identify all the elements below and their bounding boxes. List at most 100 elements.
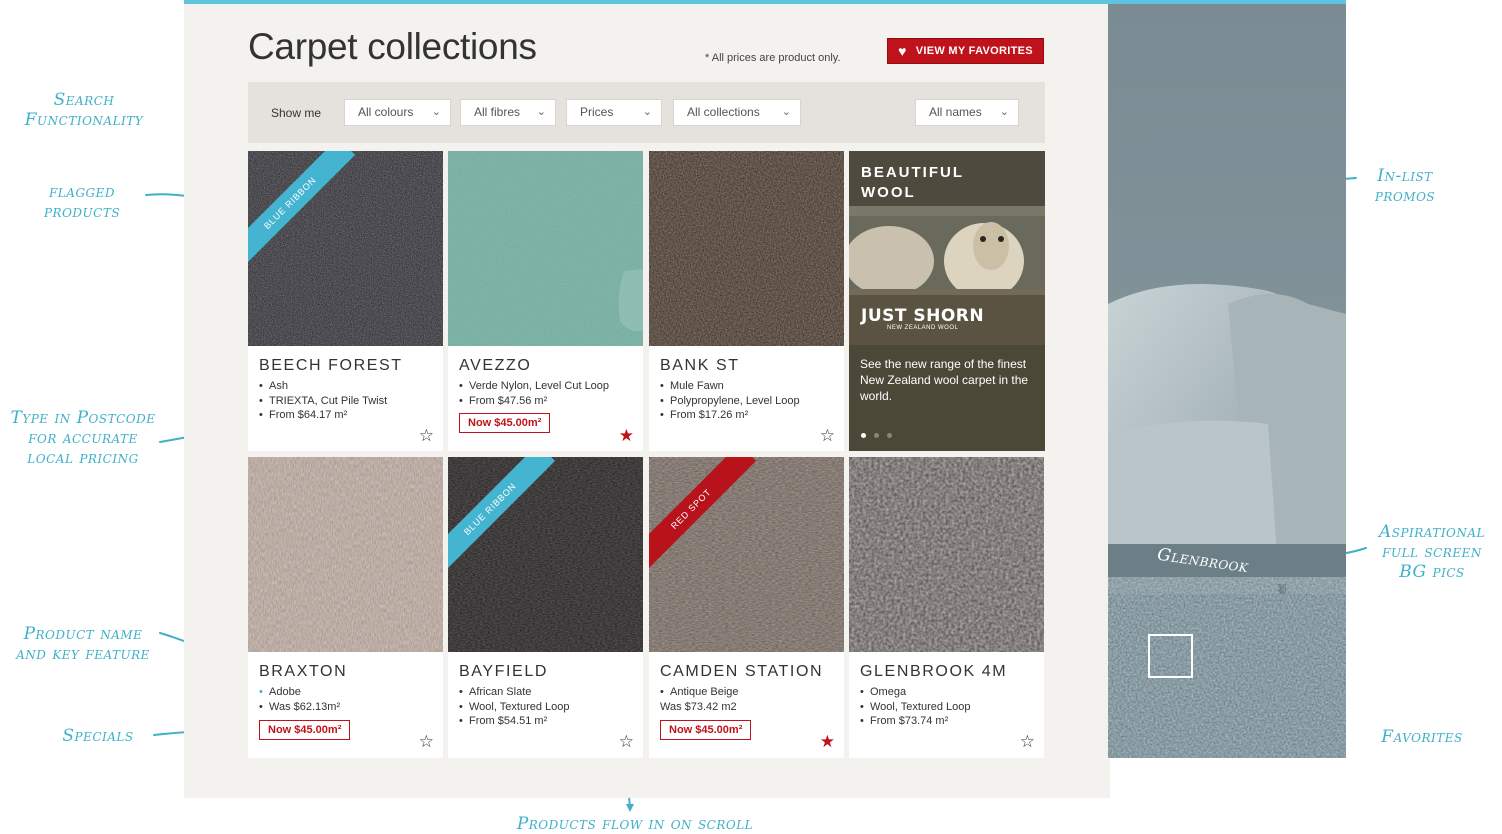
carpet-swatch-image[interactable] xyxy=(448,151,643,346)
annotation-search-line2: Functionality xyxy=(24,110,144,130)
feature-item: • Antique Beige xyxy=(660,686,739,698)
filter-collections-select[interactable]: All collections ⌄ xyxy=(673,99,801,126)
feature-item: • African Slate xyxy=(459,686,532,698)
product-name: BRAXTON xyxy=(259,663,348,680)
product-card[interactable]: RED SPOT CAMDEN STATION • Antique Beige W… xyxy=(649,457,844,758)
favorite-star-icon[interactable]: ☆ xyxy=(419,733,434,750)
annotation-flagged-line2: products xyxy=(43,202,121,222)
feature-item: • Adobe xyxy=(259,686,301,698)
heart-icon: ♥ xyxy=(898,43,907,59)
promo-brand-sub: NEW ZEALAND WOOL xyxy=(887,325,959,331)
feature-item: • Mule Fawn xyxy=(660,380,724,392)
sheep-promo-image: BEAUTIFUL WOOL JUST SHORN NEW ZEALAND WO… xyxy=(849,151,1045,345)
filter-names-select[interactable]: All names ⌄ xyxy=(915,99,1019,126)
favorite-toggle-box[interactable] xyxy=(1148,634,1193,678)
annotation-flagged-line1: flagged xyxy=(48,182,115,202)
feature-item: • Was $62.13m² xyxy=(259,701,341,713)
catalog-panel: Carpet collections * All prices are prod… xyxy=(184,0,1110,798)
chevron-down-icon: ⌄ xyxy=(431,106,441,118)
carpet-swatch-image[interactable]: RED SPOT xyxy=(649,457,844,652)
aspirational-background-image xyxy=(1108,0,1346,758)
annotation-flagged: flagged products xyxy=(22,182,142,222)
annotation-promos-line2: promos xyxy=(1374,186,1436,206)
product-name: AVEZZO xyxy=(459,357,532,374)
carpet-swatch-image[interactable] xyxy=(849,457,1044,652)
annotation-promos-line1: In-list xyxy=(1377,166,1433,186)
chevron-down-icon: ⌄ xyxy=(642,106,652,118)
annotation-scroll-text: Products flow in on scroll xyxy=(516,814,754,834)
promo-description: See the new range of the finest New Zeal… xyxy=(860,357,1029,403)
carousel-dot[interactable] xyxy=(887,433,892,438)
annotation-scroll: Products flow in on scroll xyxy=(470,814,800,834)
view-favorites-label: VIEW MY FAVORITES xyxy=(915,45,1033,57)
special-price-badge: Now $45.00m² xyxy=(259,720,351,740)
feature-item: Was $73.42 m2 xyxy=(660,701,737,713)
product-card[interactable]: AVEZZO • Verde Nylon, Level Cut Loop • Fro… xyxy=(448,151,643,451)
filter-label: Show me xyxy=(271,106,322,120)
favorite-star-icon[interactable]: ☆ xyxy=(820,427,835,444)
feature-item: • Polypropylene, Level Loop xyxy=(660,395,800,407)
filter-colours-select[interactable]: All colours ⌄ xyxy=(344,99,451,126)
annotation-aspirational-line3: BG pics xyxy=(1399,562,1465,582)
promo-brand-logo: JUST SHORN xyxy=(861,306,985,326)
carousel-dot[interactable] xyxy=(861,433,866,438)
annotation-aspirational-line2: full screen xyxy=(1382,542,1482,562)
carousel-dot[interactable] xyxy=(874,433,879,438)
promo-title-line2: WOOL xyxy=(861,184,916,201)
filter-collections-value: All collections xyxy=(687,105,760,119)
annotation-product-name-line1: Product name xyxy=(23,624,143,644)
carpet-swatch-image[interactable] xyxy=(248,457,443,652)
annotation-favorites: Favorites xyxy=(1362,727,1482,747)
chevron-down-icon: ⌄ xyxy=(536,106,546,118)
product-name: CAMDEN STATION xyxy=(660,663,824,680)
feature-item: • From $47.56 m² xyxy=(459,395,548,407)
favorite-star-icon[interactable]: ☆ xyxy=(619,733,634,750)
product-card[interactable]: BRAXTON • Adobe • Was $62.13m² Now $45.00m… xyxy=(248,457,443,758)
arrow-flagged xyxy=(145,193,187,197)
view-favorites-button[interactable]: ♥ VIEW MY FAVORITES xyxy=(887,38,1044,64)
filter-names-value: All names xyxy=(929,105,982,119)
page-title: Carpet collections xyxy=(248,26,537,67)
favorite-star-icon[interactable]: ☆ xyxy=(419,427,434,444)
carpet-swatch-image[interactable] xyxy=(649,151,844,346)
product-name: BAYFIELD xyxy=(459,663,548,680)
chevron-down-icon: ⌄ xyxy=(999,106,1009,118)
filter-fibres-select[interactable]: All fibres ⌄ xyxy=(460,99,556,126)
favorite-star-icon[interactable]: ★ xyxy=(820,733,835,750)
annotation-product-name: Product name and key feature xyxy=(0,624,166,664)
annotation-search-line1: Search xyxy=(53,90,115,110)
product-name: GLENBROOK 4M xyxy=(860,663,1008,680)
filter-bar: Show me All colours ⌄ All fibres ⌄ Price… xyxy=(248,82,1045,143)
annotation-postcode-line2: for accurate xyxy=(28,428,138,448)
annotation-postcode-line3: local pricing xyxy=(27,448,139,468)
promo-title-line1: BEAUTIFUL xyxy=(861,164,964,181)
product-card[interactable]: BLUE RIBBON BAYFIELD • African Slate • Woo… xyxy=(448,457,643,758)
product-card[interactable]: GLENBROOK 4M • Omega • Wool, Textured Loop… xyxy=(849,457,1044,758)
product-card[interactable]: BANK ST • Mule Fawn • Polypropylene, Level… xyxy=(649,151,844,451)
feature-item: • From $17.26 m² xyxy=(660,409,749,421)
carpet-swatch-image[interactable]: BLUE RIBBON xyxy=(448,457,643,652)
feature-item: • TRIEXTA, Cut Pile Twist xyxy=(259,395,388,407)
chevron-down-icon: ⌄ xyxy=(781,106,791,118)
feature-item: • Ash xyxy=(259,380,288,392)
annotation-postcode-line1: Type in Postcode xyxy=(10,408,156,428)
product-card[interactable]: BLUE RIBBON BEECH FOREST • Ash • TRIEXTA, … xyxy=(248,151,443,451)
annotation-product-name-line2: and key feature xyxy=(16,644,150,664)
feature-item: • From $73.74 m² xyxy=(860,715,949,727)
favorite-star-icon[interactable]: ☆ xyxy=(1020,733,1035,750)
feature-item: • From $64.17 m² xyxy=(259,409,348,421)
special-price-badge: Now $45.00m² xyxy=(459,413,551,433)
feature-item: • Verde Nylon, Level Cut Loop xyxy=(459,380,610,392)
price-note: * All prices are product only. xyxy=(705,52,841,64)
carpet-swatch-image[interactable]: BLUE RIBBON xyxy=(248,151,443,346)
filter-prices-select[interactable]: Prices ⌄ xyxy=(566,99,662,126)
special-price-badge: Now $45.00m² xyxy=(660,720,752,740)
filter-colours-value: All colours xyxy=(358,105,414,119)
filter-fibres-value: All fibres xyxy=(474,105,521,119)
favorite-star-icon[interactable]: ★ xyxy=(619,427,634,444)
annotation-search: Search Functionality xyxy=(14,90,154,130)
in-list-promo[interactable]: BEAUTIFUL WOOL JUST SHORN NEW ZEALAND WO… xyxy=(849,151,1045,451)
annotation-favorites-text: Favorites xyxy=(1381,727,1463,747)
annotation-aspirational-line1: Aspirational xyxy=(1378,522,1486,542)
carousel-dots xyxy=(861,433,892,438)
